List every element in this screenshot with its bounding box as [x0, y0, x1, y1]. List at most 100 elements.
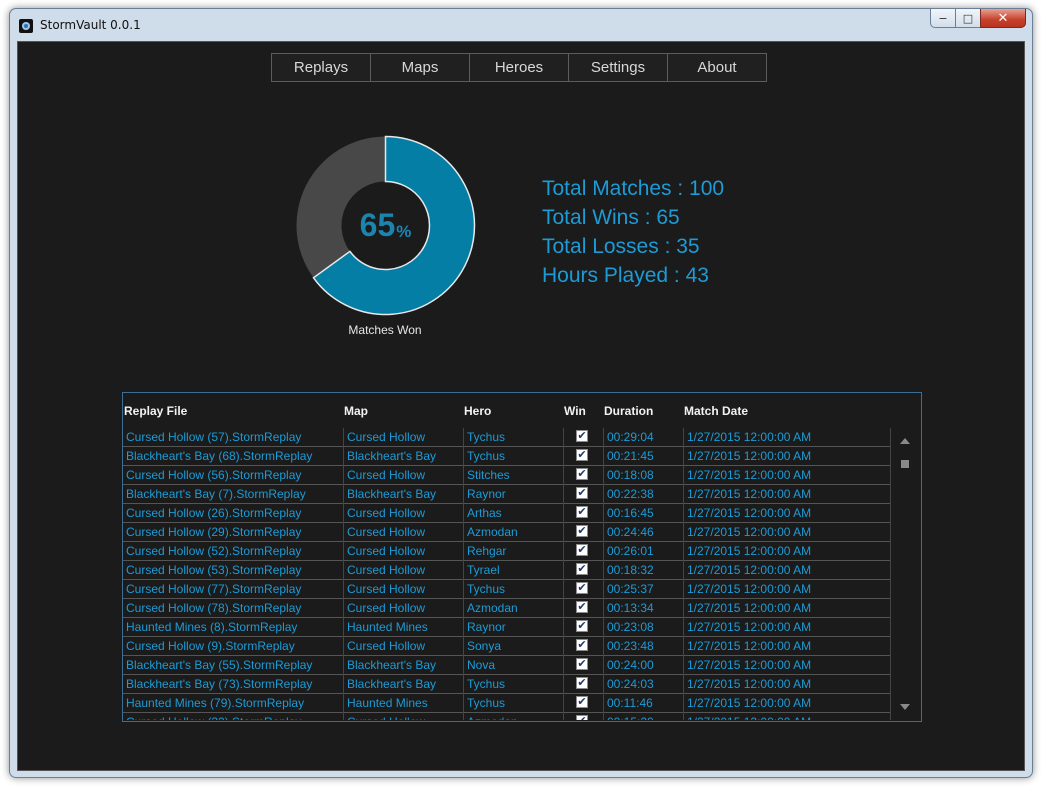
scroll-thumb[interactable] [901, 460, 909, 468]
nav-settings[interactable]: Settings [568, 53, 668, 82]
title-bar[interactable]: StormVault 0.0.1 − □ ✕ [10, 9, 1032, 41]
scroll-down-arrow-icon[interactable] [900, 704, 910, 710]
table-row[interactable]: Cursed Hollow (29).StormReplay Cursed Hol… [123, 523, 891, 542]
table-row[interactable]: Cursed Hollow (32).StormReplayCursed Hol… [123, 713, 891, 720]
scroll-up-arrow-icon[interactable] [900, 438, 910, 444]
win-checkbox[interactable]: ✔ [576, 696, 588, 708]
table-row[interactable]: Haunted Mines (8).StormReplay Haunted Min… [123, 618, 891, 637]
cell-hero: Raynor [464, 618, 564, 637]
cell-duration: 00:15:20 [604, 713, 684, 720]
table-row[interactable]: Cursed Hollow (56).StormReplay Cursed Hol… [123, 466, 891, 485]
minimize-button[interactable]: − [930, 9, 956, 28]
win-checkbox[interactable]: ✔ [576, 715, 588, 720]
column-header-duration[interactable]: Duration [604, 404, 653, 418]
cell-duration: 00:13:34 [604, 599, 684, 618]
column-header-replay-file[interactable]: Replay File [124, 404, 187, 418]
cell-replay-file: Cursed Hollow (9).StormReplay [123, 637, 344, 656]
table-body[interactable]: Cursed Hollow (57).StormReplay Cursed Hol… [123, 428, 891, 720]
win-checkbox[interactable]: ✔ [576, 601, 588, 613]
cell-hero: Sonya [464, 637, 564, 656]
table-row[interactable]: Cursed Hollow (9).StormReplay Cursed Holl… [123, 637, 891, 656]
cell-map: Cursed Hollow [344, 428, 464, 447]
cell-map: Blackheart's Bay [344, 656, 464, 675]
cell-replay-file: Cursed Hollow (77).StormReplay [123, 580, 344, 599]
table-row[interactable]: Blackheart's Bay (68).StormReplay Blackhe… [123, 447, 891, 466]
cell-replay-file: Haunted Mines (8).StormReplay [123, 618, 344, 637]
cell-hero: Stitches [464, 466, 564, 485]
cell-duration: 00:26:01 [604, 542, 684, 561]
nav-replays[interactable]: Replays [271, 53, 371, 82]
win-checkbox[interactable]: ✔ [576, 506, 588, 518]
cell-match-date: 1/27/2015 12:00:00 AM [684, 599, 891, 618]
table-row[interactable]: Blackheart's Bay (73).StormReplay Blackhe… [123, 675, 891, 694]
donut-caption: Matches Won [348, 323, 422, 337]
table-row[interactable]: Cursed Hollow (57).StormReplay Cursed Hol… [123, 428, 891, 447]
nav-about[interactable]: About [667, 53, 767, 82]
table-row[interactable]: Cursed Hollow (78).StormReplay Cursed Hol… [123, 599, 891, 618]
cell-replay-file: Cursed Hollow (29).StormReplay [123, 523, 344, 542]
cell-replay-file: Cursed Hollow (26).StormReplay [123, 504, 344, 523]
main-nav: Replays Maps Heroes Settings About [271, 53, 767, 82]
win-checkbox[interactable]: ✔ [576, 468, 588, 480]
cell-hero: Nova [464, 656, 564, 675]
cell-map: Blackheart's Bay [344, 675, 464, 694]
table-row[interactable]: Blackheart's Bay (55).StormReplay Blackhe… [123, 656, 891, 675]
stat-total-matches: Total Matches : 100 [542, 177, 725, 200]
cell-duration: 00:24:00 [604, 656, 684, 675]
column-header-hero[interactable]: Hero [464, 404, 491, 418]
cell-replay-file: Blackheart's Bay (55).StormReplay [123, 656, 344, 675]
column-header-win[interactable]: Win [564, 404, 586, 418]
win-checkbox[interactable]: ✔ [576, 430, 588, 442]
win-checkbox[interactable]: ✔ [576, 582, 588, 594]
cell-duration: 00:18:32 [604, 561, 684, 580]
cell-replay-file: Cursed Hollow (53).StormReplay [123, 561, 344, 580]
stat-total-wins: Total Wins : 65 [542, 206, 680, 229]
win-checkbox[interactable]: ✔ [576, 563, 588, 575]
win-checkbox[interactable]: ✔ [576, 620, 588, 632]
cell-hero: Tychus [464, 580, 564, 599]
cell-map: Cursed Hollow [344, 580, 464, 599]
cell-match-date: 1/27/2015 12:00:00 AM [684, 447, 891, 466]
table-row[interactable]: Cursed Hollow (77).StormReplay Cursed Hol… [123, 580, 891, 599]
cell-duration: 00:21:45 [604, 447, 684, 466]
cell-duration: 00:29:04 [604, 428, 684, 447]
cell-match-date: 1/27/2015 12:00:00 AM [684, 713, 891, 720]
table-row[interactable]: Haunted Mines (79).StormReplay Haunted Mi… [123, 694, 891, 713]
cell-match-date: 1/27/2015 12:00:00 AM [684, 485, 891, 504]
cell-match-date: 1/27/2015 12:00:00 AM [684, 656, 891, 675]
cell-duration: 00:22:38 [604, 485, 684, 504]
table-scrollbar[interactable] [891, 428, 921, 720]
cell-hero: Tychus [464, 447, 564, 466]
column-header-map[interactable]: Map [344, 404, 368, 418]
win-checkbox[interactable]: ✔ [576, 544, 588, 556]
maximize-button[interactable]: □ [955, 9, 981, 28]
cell-match-date: 1/27/2015 12:00:00 AM [684, 523, 891, 542]
cell-replay-file: Cursed Hollow (78).StormReplay [123, 599, 344, 618]
win-checkbox[interactable]: ✔ [576, 487, 588, 499]
table-header: Replay File Map Hero Win Duration Match … [123, 393, 893, 427]
cell-duration: 00:11:46 [604, 694, 684, 713]
table-row[interactable]: Blackheart's Bay (7).StormReplay Blackhea… [123, 485, 891, 504]
cell-map: Cursed Hollow [344, 504, 464, 523]
close-button[interactable]: ✕ [980, 9, 1026, 28]
cell-hero: Azmodan [464, 599, 564, 618]
cell-replay-file: Cursed Hollow (56).StormReplay [123, 466, 344, 485]
win-checkbox[interactable]: ✔ [576, 658, 588, 670]
win-checkbox[interactable]: ✔ [576, 449, 588, 461]
cell-map: Haunted Mines [344, 694, 464, 713]
win-checkbox[interactable]: ✔ [576, 639, 588, 651]
column-header-match-date[interactable]: Match Date [684, 404, 748, 418]
cell-duration: 00:18:08 [604, 466, 684, 485]
table-row[interactable]: Cursed Hollow (26).StormReplay Cursed Hol… [123, 504, 891, 523]
cell-replay-file: Cursed Hollow (32).StormReplay [123, 713, 344, 720]
nav-maps[interactable]: Maps [370, 53, 470, 82]
table-row[interactable]: Cursed Hollow (53).StormReplay Cursed Hol… [123, 561, 891, 580]
win-checkbox[interactable]: ✔ [576, 525, 588, 537]
cell-hero: Tychus [464, 694, 564, 713]
win-checkbox[interactable]: ✔ [576, 677, 588, 689]
nav-heroes[interactable]: Heroes [469, 53, 569, 82]
cell-replay-file: Blackheart's Bay (68).StormReplay [123, 447, 344, 466]
cell-duration: 00:23:08 [604, 618, 684, 637]
table-row[interactable]: Cursed Hollow (52).StormReplay Cursed Hol… [123, 542, 891, 561]
cell-duration: 00:25:37 [604, 580, 684, 599]
